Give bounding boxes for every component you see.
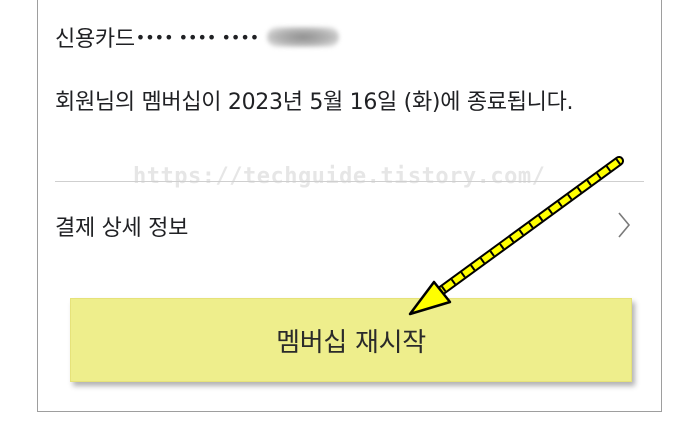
payment-details-row[interactable]: 결제 상세 정보 [38, 195, 661, 255]
watermark-text: https://techguide.tistory.com/ [133, 164, 546, 189]
masked-card-number: •••• •••• •••• [135, 27, 260, 47]
blurred-digits-image [267, 27, 340, 47]
membership-card: 신용카드 •••• •••• •••• 회원님의 멤버십이 2023년 5월 1… [37, 0, 662, 412]
membership-end-notice: 회원님의 멤버십이 2023년 5월 16일 (화)에 종료됩니다. [55, 90, 574, 115]
payment-method-row: 신용카드 •••• •••• •••• [55, 21, 340, 53]
restart-membership-button[interactable]: 멤버십 재시작 [70, 298, 632, 382]
payment-details-label: 결제 상세 정보 [55, 216, 189, 241]
restart-membership-label: 멤버십 재시작 [276, 327, 426, 358]
payment-method-label: 신용카드 [55, 27, 135, 52]
chevron-right-icon [618, 212, 631, 238]
divider [55, 181, 644, 182]
